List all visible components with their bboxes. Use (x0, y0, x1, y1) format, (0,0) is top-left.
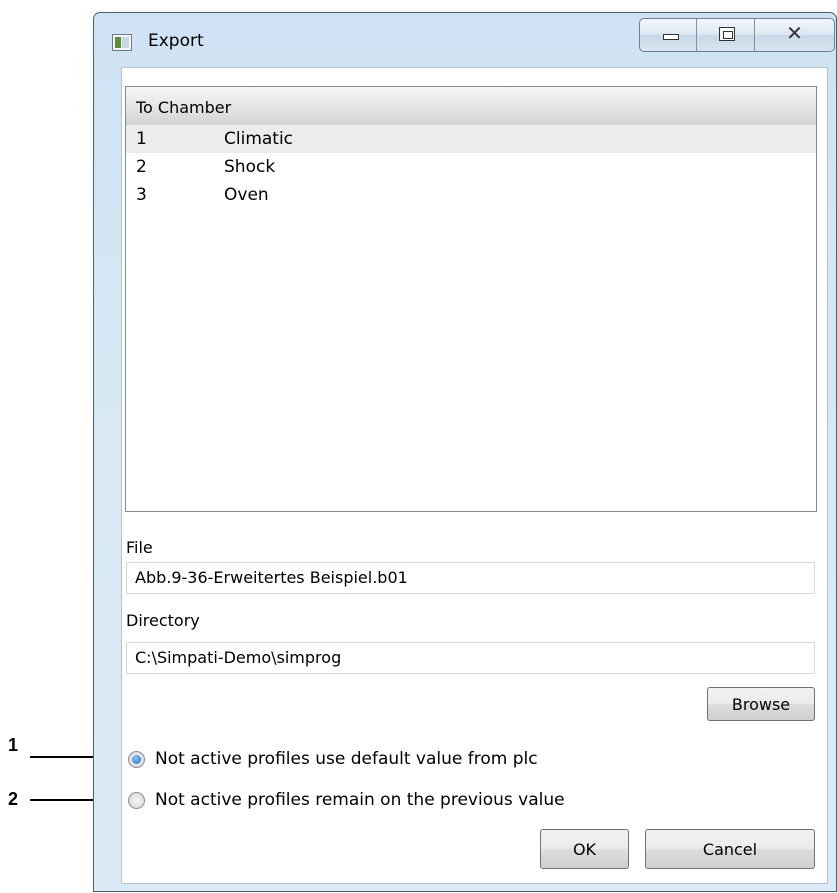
title-bar[interactable]: Export ✕ (94, 13, 836, 67)
list-item[interactable]: 1 Climatic (126, 125, 816, 153)
caption-buttons: ✕ (639, 18, 835, 52)
close-button[interactable]: ✕ (755, 19, 834, 51)
callout-label-1: 1 (8, 735, 19, 755)
list-item-name: Climatic (224, 129, 294, 149)
radio-default-value[interactable] (128, 751, 145, 768)
directory-label: Directory (126, 611, 200, 630)
list-item-number: 2 (136, 157, 147, 177)
minimize-button[interactable] (640, 19, 698, 51)
callout-label-2: 2 (8, 789, 19, 809)
ok-button[interactable]: OK (540, 829, 629, 869)
file-label: File (126, 538, 153, 557)
option-label: Not active profiles use default value fr… (155, 749, 538, 769)
list-item[interactable]: 2 Shock (126, 153, 816, 181)
maximize-button[interactable] (697, 19, 755, 51)
list-item[interactable]: 3 Oven (126, 181, 816, 209)
list-item-number: 3 (136, 185, 147, 205)
file-field[interactable]: Abb.9-36-Erweitertes Beispiel.b01 (126, 562, 815, 594)
app-window-icon (112, 34, 132, 51)
minimize-icon (663, 34, 679, 40)
list-item-name: Shock (224, 157, 276, 177)
cancel-button[interactable]: Cancel (645, 829, 815, 869)
close-icon: ✕ (786, 21, 803, 45)
list-item-number: 1 (136, 129, 147, 149)
radio-previous-value[interactable] (128, 792, 145, 809)
list-item-name: Oven (224, 185, 269, 205)
column-header-to-chamber[interactable]: To Chamber (126, 87, 816, 125)
browse-button[interactable]: Browse (707, 687, 815, 721)
directory-field[interactable]: C:\Simpati-Demo\simprog (126, 642, 815, 674)
chamber-list[interactable]: To Chamber 1 Climatic 2 Shock 3 Oven (125, 86, 817, 512)
option-label: Not active profiles remain on the previo… (155, 790, 565, 810)
restore-icon (719, 27, 736, 41)
window-title: Export (148, 31, 204, 51)
